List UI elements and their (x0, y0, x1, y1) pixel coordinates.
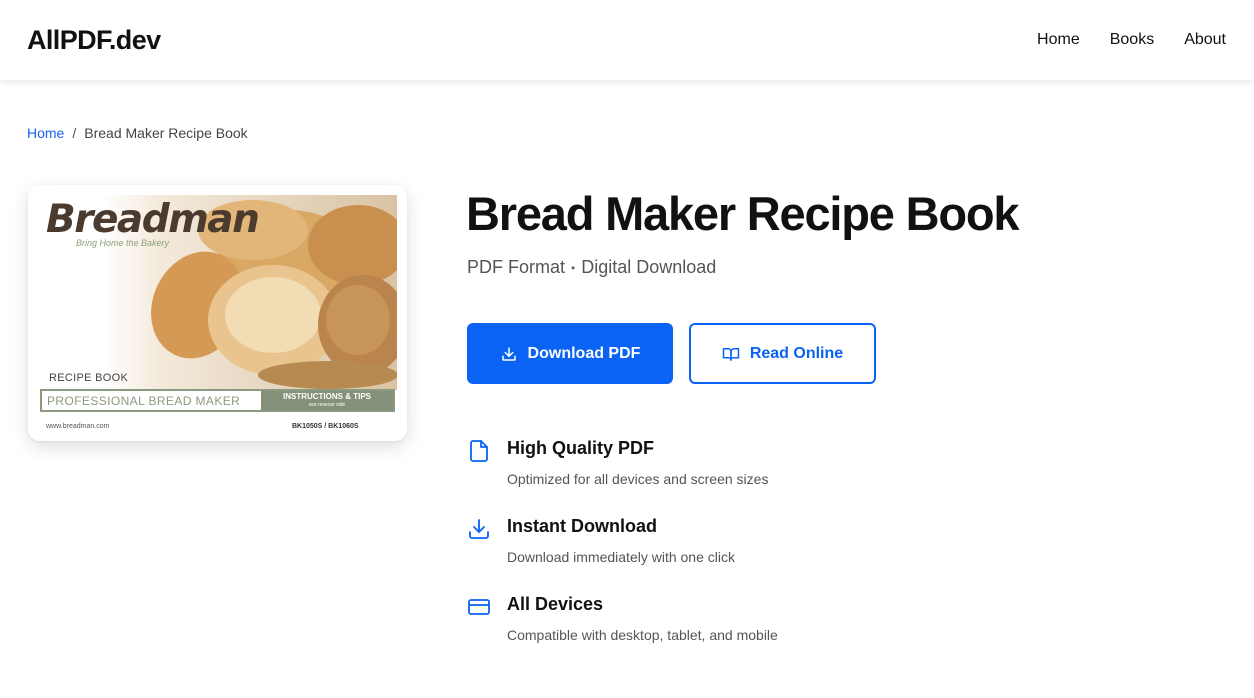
book-subtitle: PDF Format • Digital Download (467, 257, 716, 278)
nav-books-link[interactable]: Books (1110, 31, 1154, 49)
read-online-button[interactable]: Read Online (689, 323, 876, 384)
book-cover-card: Breadman Bring Home the Bakery RECIPE BO… (28, 185, 407, 441)
breadcrumb-separator: / (72, 125, 77, 141)
cover-bar: PROFESSIONAL BREAD MAKER INSTRUCTIONS & … (40, 389, 395, 412)
read-online-label: Read Online (749, 344, 844, 362)
cover-models: BK1050S / BK1060S (292, 423, 359, 430)
book-format: PDF Format (467, 257, 566, 277)
file-icon (470, 440, 488, 462)
nav-about-link[interactable]: About (1184, 31, 1226, 49)
cover-bar-right: INSTRUCTIONS & TIPS see reverse side (261, 391, 393, 410)
cover-bar-right-sub: see reverse side (308, 401, 346, 408)
breadcrumb-home-link[interactable]: Home (27, 125, 64, 141)
site-logo[interactable]: AllPDF.dev (27, 25, 161, 56)
cover-brand: Breadman (46, 197, 260, 242)
book-cover-image: Breadman Bring Home the Bakery RECIPE BO… (38, 195, 407, 431)
feature-title: Instant Download (507, 516, 657, 536)
feature-instant-download: Instant Download Download immediately wi… (467, 516, 967, 576)
cover-tagline: Bring Home the Bakery (76, 238, 170, 248)
download-pdf-button[interactable]: Download PDF (467, 323, 673, 384)
cover-label: RECIPE BOOK (49, 372, 129, 384)
feature-title: High Quality PDF (507, 438, 655, 458)
breadcrumb: Home / Bread Maker Recipe Book (27, 125, 248, 141)
feature-high-quality: High Quality PDF Optimized for all devic… (467, 438, 967, 498)
book-open-icon (722, 347, 740, 361)
feature-all-devices: All Devices Compatible with desktop, tab… (467, 594, 967, 654)
cover-website: www.breadman.com (46, 423, 110, 430)
cover-bar-left: PROFESSIONAL BREAD MAKER (42, 391, 261, 410)
cover-bar-right-title: INSTRUCTIONS & TIPS (282, 391, 371, 401)
feature-title: All Devices (507, 594, 604, 614)
page-title: Bread Maker Recipe Book (466, 187, 1019, 240)
feature-desc: Compatible with desktop, tablet, and mob… (507, 627, 778, 643)
site-header: AllPDF.dev Home Books About (0, 0, 1254, 80)
download-pdf-label: Download PDF (527, 344, 641, 362)
feature-desc: Download immediately with one click (507, 549, 735, 565)
breadcrumb-current: Bread Maker Recipe Book (84, 125, 248, 141)
book-delivery: Digital Download (581, 257, 717, 277)
subtitle-separator: • (571, 260, 576, 275)
download-icon (469, 519, 489, 539)
download-icon (501, 346, 516, 361)
feature-desc: Optimized for all devices and screen siz… (507, 471, 769, 487)
nav-home-link[interactable]: Home (1037, 31, 1080, 49)
main-nav: Home Books About (1037, 31, 1226, 49)
card-icon (468, 599, 490, 615)
